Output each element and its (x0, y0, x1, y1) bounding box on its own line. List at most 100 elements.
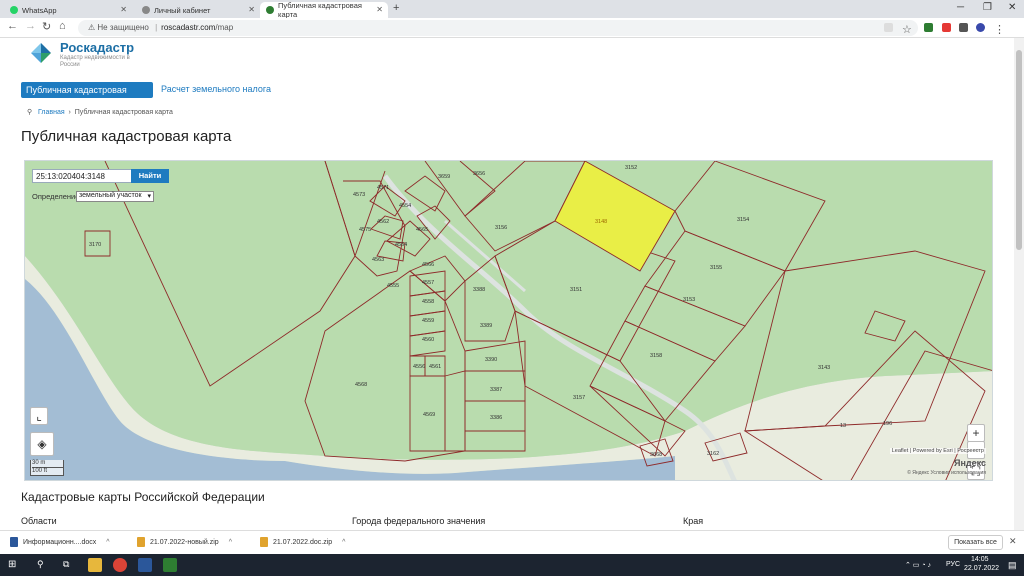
layers-icon[interactable]: ◈ (30, 432, 54, 456)
breadcrumb: ⚲ Главная › Публичная кадастровая карта (27, 109, 173, 116)
profile-icon[interactable] (976, 23, 985, 32)
page-scrollbar[interactable] (1014, 38, 1024, 530)
parcel-label: 4562 (377, 219, 389, 225)
share-icon[interactable] (884, 23, 893, 32)
forward-icon[interactable]: → (25, 20, 36, 32)
chevron-up-icon[interactable]: ^ (229, 539, 232, 546)
column-federal-cities: Города федерального значения (352, 516, 486, 526)
parcel-label: 4559 (422, 318, 434, 324)
search-icon[interactable]: ⚲ (37, 559, 44, 570)
parcel-label: 4556 (413, 364, 425, 370)
parcel-label: 4575 (359, 227, 371, 233)
chevron-down-icon: ▾ (147, 193, 151, 200)
parcel-label: 4557 (422, 280, 434, 286)
close-icon[interactable]: ✕ (120, 5, 127, 14)
rosreestr-icon (266, 6, 274, 14)
url-host: roscadastr.com (161, 23, 216, 32)
parcel-label: 3162 (707, 451, 719, 457)
show-all-button[interactable]: Показать все (948, 535, 1003, 550)
parcel-label: 3153 (683, 297, 695, 303)
find-button[interactable]: Найти (131, 169, 169, 183)
parcel-label-selected: 3148 (595, 219, 607, 225)
breadcrumb-home[interactable]: Главная (38, 109, 65, 116)
star-icon[interactable]: ☆ (902, 23, 912, 36)
minimize-button[interactable]: ─ (957, 2, 964, 13)
definition-select[interactable]: земельный участок ▾ (76, 191, 154, 202)
parcel-label: 3659 (438, 174, 450, 180)
tab-cabinet[interactable]: Личный кабинет ✕ (136, 2, 260, 18)
pin-icon: ⚲ (27, 109, 33, 116)
close-icon[interactable]: ✕ (248, 5, 255, 14)
download-item[interactable]: Информационн....docx ^ (10, 537, 110, 547)
language-indicator[interactable]: РУС (946, 561, 960, 568)
breadcrumb-current: Публичная кадастровая карта (74, 109, 173, 116)
windows-start-icon[interactable]: ⊞ (8, 559, 16, 570)
tab-label: Личный кабинет (154, 5, 211, 15)
word-icon[interactable] (138, 558, 152, 572)
maximize-button[interactable]: ❐ (983, 2, 992, 13)
zip-file-icon (260, 537, 268, 547)
parcel-label: 3155 (710, 265, 722, 271)
reload-icon[interactable]: ↻ (42, 20, 51, 33)
tray-icons[interactable]: ⌃ ▭ ◔ ♪ (905, 561, 931, 569)
tab-whatsapp[interactable]: WhatsApp ✕ (4, 2, 132, 18)
task-view-icon[interactable]: ⧉ (63, 559, 69, 570)
home-icon[interactable]: ⌂ (59, 20, 66, 32)
parcel-label: 4568 (355, 382, 367, 388)
map-canvas[interactable]: 3148 3152 3154 3156 3155 3153 3151 3158 … (25, 161, 993, 481)
map-attribution[interactable]: Leaflet | Powered by Esri | Росреестр (889, 448, 986, 454)
close-icon[interactable]: ✕ (376, 5, 383, 14)
roscadastr-logo-icon[interactable] (30, 42, 52, 64)
scroll-thumb[interactable] (1016, 50, 1022, 250)
close-icon[interactable]: ✕ (1009, 536, 1017, 547)
brand-name[interactable]: Роскадастр (60, 40, 134, 55)
clock-date[interactable]: 22.07.2022 (964, 565, 999, 572)
cadastral-map[interactable]: 3148 3152 3154 3156 3155 3153 3151 3158 … (24, 160, 993, 481)
parcel-label: 4561 (429, 364, 441, 370)
download-item[interactable]: 21.07.2022.doc.zip ^ (260, 537, 345, 547)
clock-time[interactable]: 14:05 (971, 556, 989, 563)
measure-tool-button[interactable]: ⌞ (30, 407, 48, 425)
notifications-icon[interactable]: ▤ (1008, 560, 1017, 571)
menu-icon[interactable]: ⋮ (994, 23, 1005, 36)
parcel-label: 3668 (650, 452, 662, 458)
file-explorer-icon[interactable] (88, 558, 102, 572)
extension-icon[interactable] (942, 23, 951, 32)
new-tab-button[interactable]: + (393, 2, 399, 14)
definition-label: Определение (32, 192, 80, 201)
docx-file-icon (10, 537, 18, 547)
column-regions: Области (21, 516, 57, 526)
parcel-label: 4573 (353, 192, 365, 198)
tab-bar: WhatsApp ✕ Личный кабинет ✕ Публичная ка… (0, 0, 1024, 19)
parcel-label: 3156 (495, 225, 507, 231)
parcel-label: 4560 (422, 337, 434, 343)
brand-tagline: Кадастр недвижимости в России (60, 55, 130, 68)
page-title: Публичная кадастровая карта (21, 128, 232, 145)
tab-cadastre-map[interactable]: Публичная кадастровая карта ✕ (260, 1, 388, 19)
parcel-label: 3170 (89, 242, 101, 248)
extension-icon[interactable] (924, 23, 933, 32)
chevron-up-icon[interactable]: ^ (342, 539, 345, 546)
yandex-terms-link[interactable]: © Яндекс Условия использования (907, 470, 986, 476)
download-item[interactable]: 21.07.2022-новый.zip ^ (137, 537, 232, 547)
zoom-in-button[interactable]: + (967, 424, 985, 442)
parcel-label: 3143 (818, 365, 830, 371)
parcel-label: 4555 (387, 283, 399, 289)
window-close-button[interactable]: ✕ (1008, 2, 1016, 13)
puzzle-icon[interactable] (959, 23, 968, 32)
nav-public-map-button[interactable]: Публичная кадастровая карта (21, 82, 153, 105)
back-icon[interactable]: ← (7, 20, 18, 32)
nav-land-tax-link[interactable]: Расчет земельного налога (161, 84, 271, 94)
app-icon[interactable] (163, 558, 177, 572)
chrome-icon[interactable] (113, 558, 127, 572)
url-field[interactable]: ⚠ Не защищено | roscadastr.com/map (78, 20, 918, 36)
zip-file-icon (137, 537, 145, 547)
parcel-label: 3151 (570, 287, 582, 293)
parcel-label: 3389 (480, 323, 492, 329)
parcel-label: 4571 (377, 185, 389, 191)
taskbar: ⊞ ⚲ ⧉ ⌃ ▭ ◔ ♪ РУС 14:05 22.07.2022 ▤ (0, 554, 1024, 576)
column-krai: Края (683, 516, 704, 526)
chevron-up-icon[interactable]: ^ (106, 539, 109, 546)
download-filename: 21.07.2022.doc.zip (273, 538, 333, 546)
yandex-logo: Яндекс (953, 458, 986, 468)
